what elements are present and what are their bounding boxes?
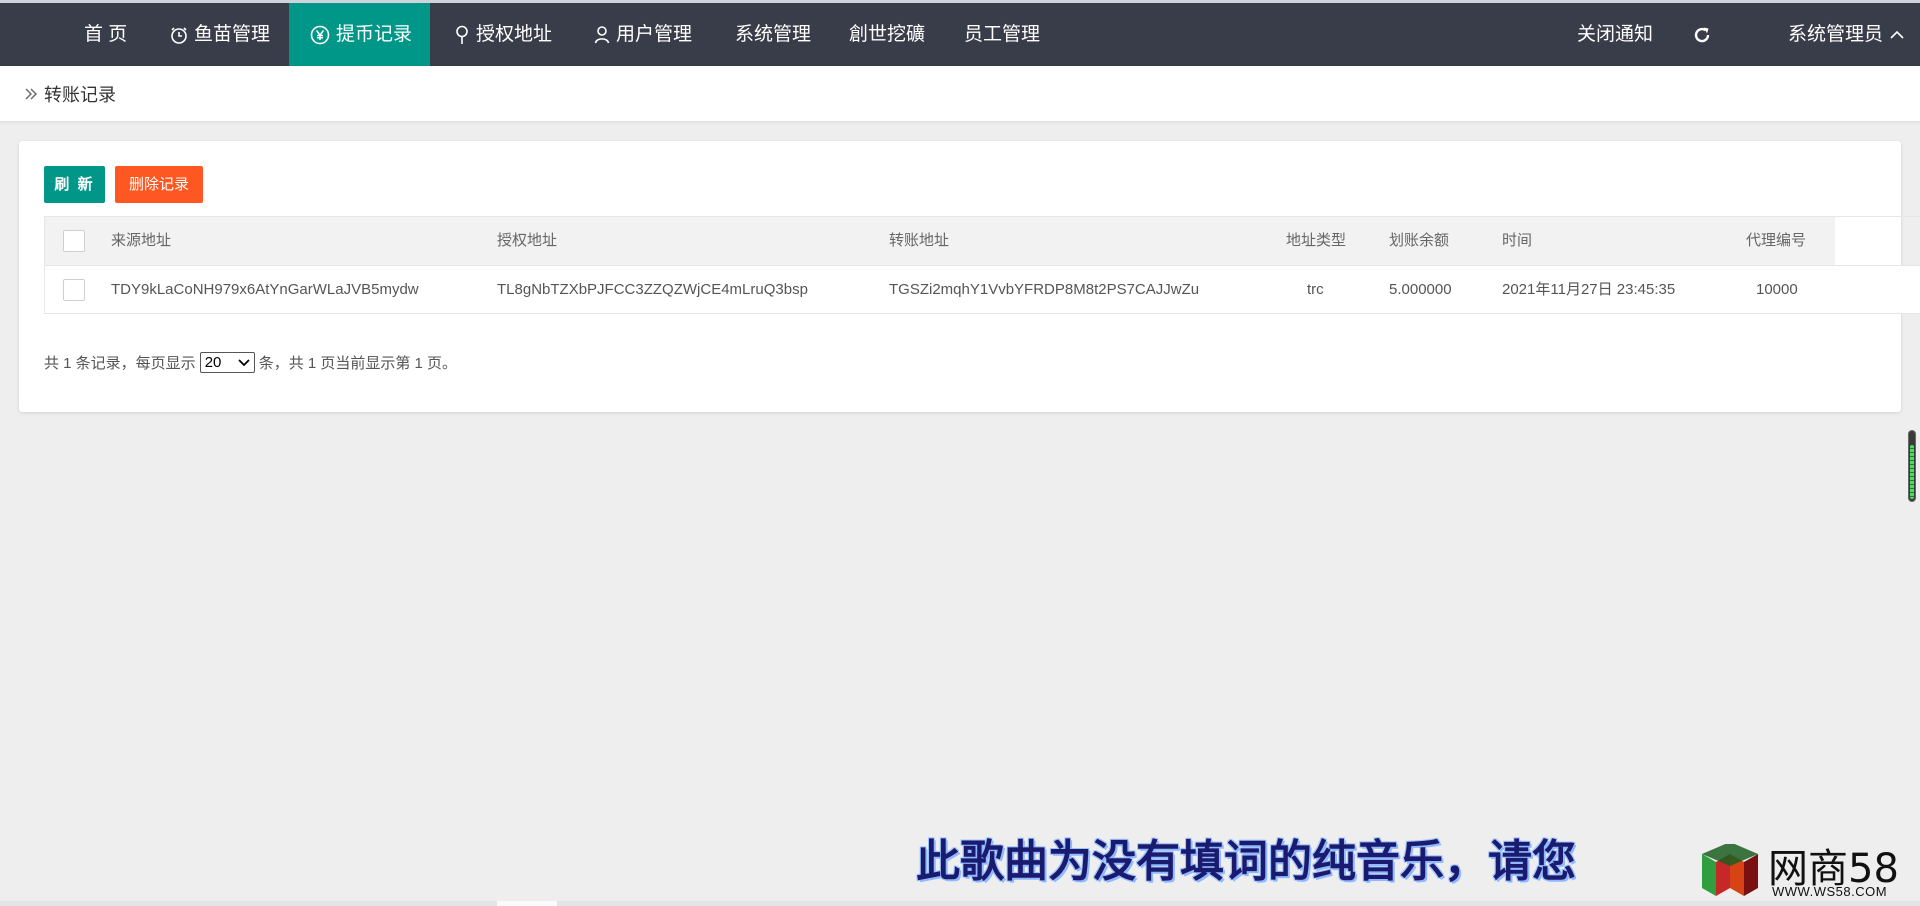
video-subtitle: 此歌曲为没有填词的纯音乐，请您欣 [916,836,1576,887]
select-all-checkbox[interactable] [63,230,85,252]
double-chevron-right-icon [25,88,37,100]
user-icon [594,25,610,43]
table-header-row: 来源地址 授权地址 转账地址 地址类型 划账余额 时间 代理编号 [45,217,1835,265]
nav-item-label: 提币记录 [336,24,413,45]
chevron-up-icon [1890,30,1904,39]
nav-item-genesis-mining[interactable]: 創世挖礦 [849,3,925,66]
cell-source-address: TDY9kLaCoNH979x6AtYnGarWLaJVB5mydw [111,281,419,298]
close-notice-label: 关闭通知 [1577,24,1654,45]
nav-item-home[interactable]: 首 页 [84,3,127,66]
ws58-logo-icon [1702,844,1758,896]
nav-item-user-management[interactable]: 用户管理 [594,3,692,66]
records-table: 来源地址 授权地址 转账地址 地址类型 划账余额 时间 代理编号 TDY9kLa… [44,216,1920,314]
page-size-value: 20 [204,354,222,371]
refresh-icon [1694,27,1710,42]
yen-icon [310,25,330,44]
breadcrumb-label: 转账记录 [44,85,116,105]
pagination: 共 1 条记录，每页显示 20 条，共 1 页当前显示第 1 页。 [44,352,457,373]
breadcrumb-bar: 转账记录 [0,66,1920,122]
column-header-transfer-address: 转账地址 [889,232,950,249]
refresh-button[interactable] [1692,3,1712,66]
admin-menu[interactable]: 系统管理员 [1788,3,1905,66]
column-header-address-type: 地址类型 [1286,232,1347,249]
column-header-balance: 划账余额 [1389,232,1450,249]
logo-subtext: WWW.WS58.COM [1772,884,1888,899]
nav-item-staff-management[interactable]: 员工管理 [964,3,1040,66]
cell-balance: 5.000000 [1389,281,1452,298]
column-header-authorized-address: 授权地址 [497,232,558,249]
bottom-scrollbar[interactable] [0,901,1920,906]
pagination-prefix: 共 1 条记录，每页显示 [44,355,196,372]
admin-label: 系统管理员 [1788,24,1884,45]
close-notice-button[interactable]: 关闭通知 [1577,3,1653,66]
table-row[interactable]: TDY9kLaCoNH979x6AtYnGarWLaJVB5mydw TL8gN… [45,265,1920,313]
pagination-suffix: 条，共 1 页当前显示第 1 页。 [258,355,458,372]
column-header-time: 时间 [1502,232,1533,249]
nav-item-authorized-addresses[interactable]: 授权地址 [454,3,552,66]
nav-item-withdraw-records[interactable]: 提币记录 [289,3,430,66]
top-navbar: 首 页 鱼苗管理 提币记录 授权地址 用户管理 系统管理 創世挖礦 员工管理 关… [0,3,1920,66]
nav-item-label: 鱼苗管理 [194,24,271,45]
delete-records-button[interactable]: 删除记录 [115,166,203,203]
scroll-indicator-fill [1910,445,1914,499]
nav-item-system-management[interactable]: 系统管理 [735,3,811,66]
nav-item-label: 员工管理 [964,24,1041,45]
row-checkbox[interactable] [63,279,85,301]
nav-item-label: 系统管理 [735,24,812,45]
page-size-select[interactable]: 20 [199,352,255,373]
nav-item-label: 授权地址 [476,24,553,45]
nav-item-label: 用户管理 [616,24,693,45]
nav-item-label: 創世挖礦 [849,24,926,45]
column-header-agent-id: 代理编号 [1746,232,1807,249]
cell-transfer-address: TGSZi2mqhY1VvbYFRDP8M8t2PS7CAJJwZu [889,281,1200,298]
clock-icon [171,26,187,44]
side-scroll-indicator[interactable] [1908,430,1916,502]
watermark-logo: 网商58 WWW.WS58.COM [1700,838,1910,900]
column-header-source-address: 来源地址 [111,232,172,249]
nav-item-label: 首 页 [84,24,128,45]
pin-icon [456,25,468,44]
cell-authorized-address: TL8gNbTZXbPJFCC3ZZQZWjCE4mLruQ3bsp [497,281,808,298]
chevron-down-icon [238,358,250,366]
cell-agent-id: 10000 [1756,281,1798,298]
breadcrumb: 转账记录 [24,66,116,122]
bottom-scrollbar-thumb[interactable] [497,901,557,906]
cell-time: 2021年11月27日 23:45:35 [1502,281,1676,298]
refresh-list-button[interactable]: 刷 新 [44,166,105,203]
nav-item-fry-management[interactable]: 鱼苗管理 [170,3,270,66]
cell-address-type: trc [1307,281,1324,298]
records-card: 刷 新 删除记录 来源地址 授权地址 转账地址 地址类型 划账余额 时间 代理编… [19,141,1920,412]
